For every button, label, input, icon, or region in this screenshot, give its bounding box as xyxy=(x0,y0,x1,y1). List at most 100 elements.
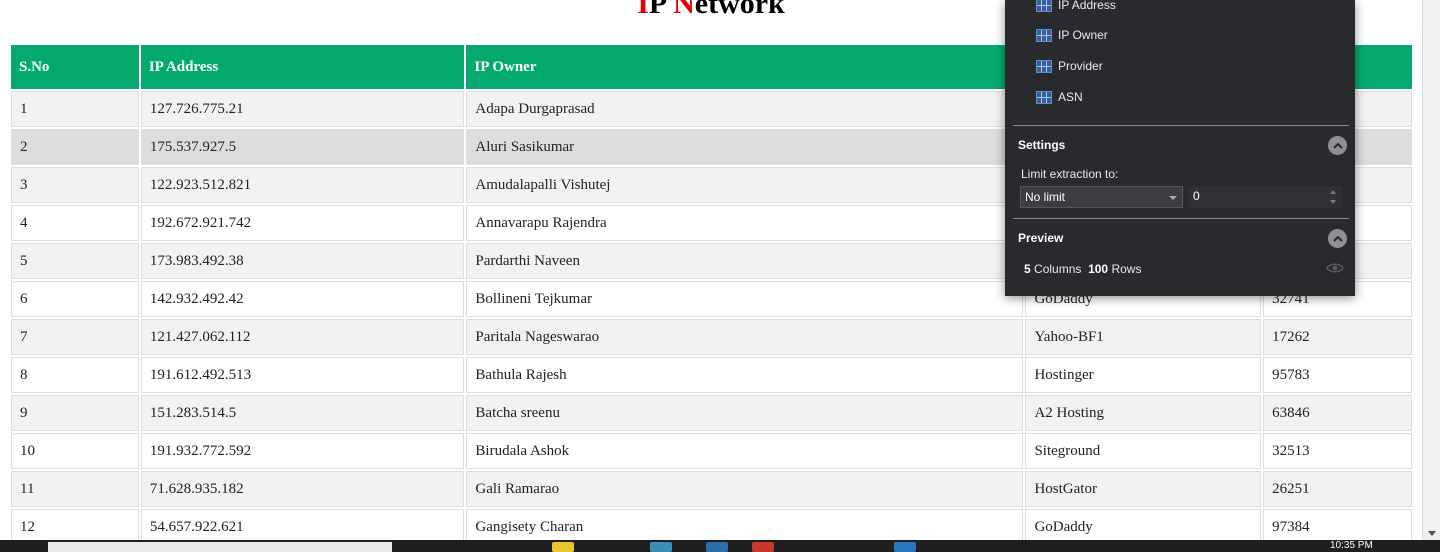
cell-owner: Pardarthi Naveen xyxy=(466,243,1024,279)
table-row: 11 71.628.935.182 Gali Ramarao HostGator… xyxy=(11,471,1412,507)
dropdown-caret-icon xyxy=(1169,196,1177,200)
column-item-asn[interactable]: ASN xyxy=(1036,89,1083,105)
cell-ip: 121.427.062.112 xyxy=(140,319,465,355)
limit-number-input[interactable]: 0 xyxy=(1188,186,1342,208)
cell-ip: 173.983.492.38 xyxy=(140,243,465,279)
cell-sno: 7 xyxy=(11,319,139,355)
preview-columns-count: 5 xyxy=(1024,262,1031,276)
chevron-up-icon xyxy=(1332,235,1343,242)
cell-sno: 6 xyxy=(11,281,139,317)
cell-provider: A2 Hosting xyxy=(1025,395,1262,431)
cell-ip: 192.672.921.742 xyxy=(140,205,465,241)
cell-owner: Gali Ramarao xyxy=(466,471,1024,507)
table-column-icon xyxy=(1036,0,1052,12)
preview-summary: 5 Columns 100 Rows xyxy=(1024,262,1141,276)
title-part-2: etwork xyxy=(694,0,785,20)
table-row: 9 151.283.514.5 Batcha sreenu A2 Hosting… xyxy=(11,395,1412,431)
cell-provider: HostGator xyxy=(1025,471,1262,507)
eye-icon[interactable] xyxy=(1326,262,1344,274)
extraction-popup: IP Address IP Owner Provider ASN Setting… xyxy=(1005,0,1355,296)
table-row: 7 121.427.062.112 Paritala Nageswarao Ya… xyxy=(11,319,1412,355)
cell-owner: Amudalapalli Vishutej xyxy=(466,167,1024,203)
cell-owner: Birudala Ashok xyxy=(466,433,1024,469)
column-item-label: IP Address xyxy=(1058,0,1116,12)
cell-sno: 1 xyxy=(11,91,139,127)
taskbar-clock[interactable]: 10:35 PM xyxy=(1330,540,1373,552)
limit-number-value: 0 xyxy=(1193,189,1200,203)
cell-ip: 71.628.935.182 xyxy=(140,471,465,507)
column-item-label: ASN xyxy=(1058,90,1083,104)
cell-asn: 17262 xyxy=(1263,319,1412,355)
cell-owner: Annavarapu Rajendra xyxy=(466,205,1024,241)
cell-provider: Siteground xyxy=(1025,433,1262,469)
cell-asn: 26251 xyxy=(1263,471,1412,507)
cell-owner: Adapa Durgaprasad xyxy=(466,91,1024,127)
active-app-icon[interactable] xyxy=(894,542,916,552)
title-letter-n: N xyxy=(673,0,695,20)
column-item-label: IP Owner xyxy=(1058,28,1108,42)
column-item-ip-owner[interactable]: IP Owner xyxy=(1036,27,1108,43)
spin-down-icon[interactable] xyxy=(1330,200,1336,204)
scroll-down-arrow-icon[interactable] xyxy=(1428,531,1436,536)
table-column-icon xyxy=(1036,59,1052,73)
table-column-icon xyxy=(1036,28,1052,42)
preview-collapse-button[interactable] xyxy=(1328,229,1347,248)
settings-title: Settings xyxy=(1018,138,1066,152)
cell-owner: Paritala Nageswarao xyxy=(466,319,1024,355)
cell-ip: 151.283.514.5 xyxy=(140,395,465,431)
divider xyxy=(1013,125,1349,126)
cell-sno: 11 xyxy=(11,471,139,507)
header-ip-owner: IP Owner xyxy=(466,45,1024,89)
table-row: 8 191.612.492.513 Bathula Rajesh Hosting… xyxy=(11,357,1412,393)
limit-select[interactable]: No limit xyxy=(1020,186,1183,208)
cell-ip: 142.932.492.42 xyxy=(140,281,465,317)
header-ip-address: IP Address xyxy=(140,45,465,89)
cell-asn: 32513 xyxy=(1263,433,1412,469)
browser-icon[interactable] xyxy=(650,542,672,552)
chevron-up-icon xyxy=(1332,142,1343,149)
spin-up-icon[interactable] xyxy=(1330,190,1336,194)
cell-sno: 9 xyxy=(11,395,139,431)
limit-label: Limit extraction to: xyxy=(1021,167,1119,181)
cell-asn: 95783 xyxy=(1263,357,1412,393)
title-part-1: P xyxy=(648,0,666,20)
cell-owner: Bathula Rajesh xyxy=(466,357,1024,393)
cell-ip: 175.537.927.5 xyxy=(140,129,465,165)
vscode-icon[interactable] xyxy=(706,542,728,552)
cell-sno: 3 xyxy=(11,167,139,203)
file-explorer-icon[interactable] xyxy=(552,542,574,552)
cell-asn: 63846 xyxy=(1263,395,1412,431)
taskbar-search-box[interactable] xyxy=(48,542,392,552)
cell-sno: 8 xyxy=(11,357,139,393)
column-item-label: Provider xyxy=(1058,59,1103,73)
title-letter-i: I xyxy=(637,0,649,20)
preview-rows-label: Rows xyxy=(1111,262,1142,276)
cell-ip: 127.726.775.21 xyxy=(140,91,465,127)
preview-rows-count: 100 xyxy=(1088,262,1109,276)
cell-ip: 191.612.492.513 xyxy=(140,357,465,393)
table-column-icon xyxy=(1036,90,1052,104)
chrome-icon[interactable] xyxy=(752,542,774,552)
cell-provider: Yahoo-BF1 xyxy=(1025,319,1262,355)
settings-collapse-button[interactable] xyxy=(1328,136,1347,155)
cell-provider: Hostinger xyxy=(1025,357,1262,393)
table-row: 10 191.932.772.592 Birudala Ashok Sitegr… xyxy=(11,433,1412,469)
column-item-provider[interactable]: Provider xyxy=(1036,58,1103,74)
cell-sno: 4 xyxy=(11,205,139,241)
cell-ip: 122.923.512.821 xyxy=(140,167,465,203)
cell-sno: 5 xyxy=(11,243,139,279)
preview-title: Preview xyxy=(1018,231,1064,245)
cell-sno: 2 xyxy=(11,129,139,165)
cell-ip: 191.932.772.592 xyxy=(140,433,465,469)
cell-owner: Batcha sreenu xyxy=(466,395,1024,431)
cell-owner: Aluri Sasikumar xyxy=(466,129,1024,165)
column-item-ip-address[interactable]: IP Address xyxy=(1036,0,1116,13)
taskbar: 10:35 PM xyxy=(0,540,1440,552)
header-sno: S.No xyxy=(11,45,139,89)
page-scrollbar[interactable] xyxy=(1422,0,1440,540)
cell-owner: Bollineni Tejkumar xyxy=(466,281,1024,317)
cell-sno: 10 xyxy=(11,433,139,469)
limit-select-value: No limit xyxy=(1025,190,1066,204)
preview-columns-label: Columns xyxy=(1034,262,1082,276)
divider xyxy=(1013,218,1349,219)
